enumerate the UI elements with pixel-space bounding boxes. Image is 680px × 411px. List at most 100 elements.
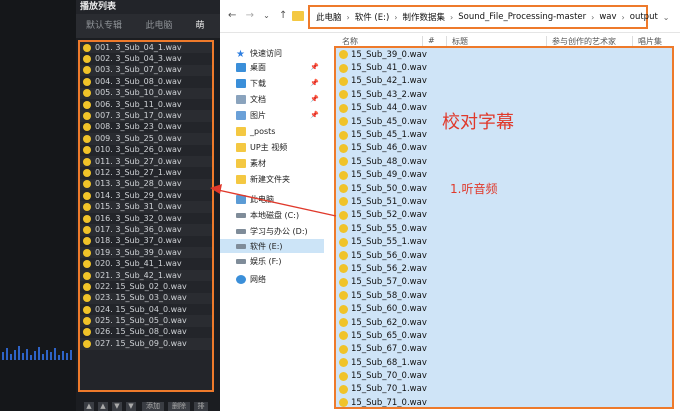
breadcrumb-item[interactable]: 软件 (E:) <box>355 11 390 23</box>
nav-item-label: 下载 <box>250 78 266 88</box>
playlist-item[interactable]: 013. 3_Sub_28_0.wav <box>80 178 212 191</box>
breadcrumb-item[interactable]: output <box>630 12 658 22</box>
file-row[interactable]: 15_Sub_50_0.wav <box>336 182 672 195</box>
nav-item[interactable]: 软件 (E:) <box>220 239 324 253</box>
breadcrumb-separator-icon[interactable]: › <box>450 13 453 22</box>
playlist-item[interactable]: 015. 3_Sub_31_0.wav <box>80 201 212 213</box>
delete-button[interactable]: 删除 <box>168 402 190 411</box>
playlist-item[interactable]: 006. 3_Sub_11_0.wav <box>80 99 212 110</box>
move-top-button[interactable]: ▲ <box>84 402 94 411</box>
tab-this-pc[interactable]: 此电脑 <box>134 19 184 34</box>
file-row[interactable]: 15_Sub_48_0.wav <box>336 155 672 168</box>
playlist-item[interactable]: 011. 3_Sub_27_0.wav <box>80 155 212 168</box>
file-name: 15_Sub_70_0.wav <box>351 371 427 382</box>
file-row[interactable]: 15_Sub_55_1.wav <box>336 235 672 248</box>
file-row[interactable]: 15_Sub_55_0.wav <box>336 222 672 235</box>
file-row[interactable]: 15_Sub_70_1.wav <box>336 383 672 396</box>
file-row[interactable]: 15_Sub_41_0.wav <box>336 61 672 74</box>
playlist-item[interactable]: 023. 15_Sub_03_0.wav <box>80 292 212 304</box>
column-number[interactable]: # <box>428 36 435 45</box>
playlist-item[interactable]: 017. 3_Sub_36_0.wav <box>80 224 212 236</box>
up-icon[interactable]: ↑ <box>279 10 287 21</box>
playlist-item[interactable]: 002. 3_Sub_04_3.wav <box>80 53 212 64</box>
playlist-item[interactable]: 016. 3_Sub_32_0.wav <box>80 213 212 224</box>
file-row[interactable]: 15_Sub_71_0.wav <box>336 396 672 407</box>
recent-chevron-icon[interactable]: ⌄ <box>263 11 270 20</box>
playlist-item[interactable]: 003. 3_Sub_07_0.wav <box>80 64 212 77</box>
playlist-item[interactable]: 027. 15_Sub_09_0.wav <box>80 338 212 350</box>
playlist-item[interactable]: 018. 3_Sub_37_0.wav <box>80 236 212 247</box>
file-row[interactable]: 15_Sub_70_0.wav <box>336 369 672 382</box>
address-dropdown-icon[interactable]: ⌄ <box>663 13 670 22</box>
file-row[interactable]: 15_Sub_62_0.wav <box>336 316 672 329</box>
tab-default-album[interactable]: 默认专辑 <box>78 19 130 34</box>
breadcrumb-separator-icon[interactable]: › <box>347 13 350 22</box>
breadcrumb-item[interactable]: 此电脑 <box>316 11 342 23</box>
add-button[interactable]: 添加 <box>142 402 164 411</box>
playlist-item[interactable]: 001. 3_Sub_04_1.wav <box>80 42 212 54</box>
move-down-button[interactable]: ▼ <box>112 402 122 411</box>
sort-button[interactable]: 排 <box>194 402 208 411</box>
file-row[interactable]: 15_Sub_58_0.wav <box>336 289 672 302</box>
file-row[interactable]: 15_Sub_67_0.wav <box>336 343 672 356</box>
playlist-item[interactable]: 007. 3_Sub_17_0.wav <box>80 110 212 122</box>
nav-item[interactable]: UP主 视频 <box>236 140 287 154</box>
playlist-item[interactable]: 026. 15_Sub_08_0.wav <box>80 327 212 338</box>
playlist-item[interactable]: 005. 3_Sub_10_0.wav <box>80 87 212 99</box>
nav-item[interactable]: 学习与办公 (D:) <box>236 224 308 238</box>
nav-item[interactable]: 网络 <box>236 272 266 286</box>
file-row[interactable]: 15_Sub_42_1.wav <box>336 75 672 88</box>
address-bar[interactable]: 此电脑 › 软件 (E:) › 制作数据集 › Sound_File_Processing-… <box>308 5 670 29</box>
file-row[interactable]: 15_Sub_43_2.wav <box>336 88 672 101</box>
audio-file-icon <box>83 214 91 223</box>
move-bottom-button[interactable]: ▼ <box>126 402 136 411</box>
playlist-item[interactable]: 014. 3_Sub_29_0.wav <box>80 190 212 201</box>
file-row[interactable]: 15_Sub_52_0.wav <box>336 209 672 222</box>
nav-item[interactable]: 图片 📌 <box>236 108 319 122</box>
nav-item[interactable]: 娱乐 (F:) <box>236 254 281 268</box>
breadcrumb-separator-icon[interactable]: › <box>591 13 594 22</box>
audio-file-icon <box>339 344 348 354</box>
nav-item[interactable]: 桌面 📌 <box>236 60 319 74</box>
file-list: 15_Sub_39_0.wav 15_Sub_41_0.wav 15_Sub_42_… <box>334 46 674 409</box>
file-name: 15_Sub_39_0.wav <box>351 49 427 60</box>
file-row[interactable]: 15_Sub_49_0.wav <box>336 169 672 182</box>
breadcrumb-item[interactable]: Sound_File_Processing-master <box>458 12 586 22</box>
nav-item[interactable]: 文档 📌 <box>236 92 319 106</box>
file-row[interactable]: 15_Sub_56_0.wav <box>336 249 672 262</box>
file-row[interactable]: 15_Sub_51_0.wav <box>336 195 672 208</box>
breadcrumb-separator-icon[interactable]: › <box>622 13 625 22</box>
move-up-button[interactable]: ▲ <box>98 402 108 411</box>
playlist-item[interactable]: 021. 3_Sub_42_1.wav <box>80 269 212 282</box>
audio-file-icon <box>339 76 348 86</box>
nav-item[interactable]: ★ 快速访问 <box>236 46 282 60</box>
file-row[interactable]: 15_Sub_60_0.wav <box>336 302 672 315</box>
playlist-item[interactable]: 019. 3_Sub_39_0.wav <box>80 247 212 259</box>
playlist-item[interactable]: 010. 3_Sub_26_0.wav <box>80 145 212 156</box>
file-row[interactable]: 15_Sub_46_0.wav <box>336 142 672 155</box>
breadcrumb-separator-icon[interactable]: › <box>394 13 397 22</box>
audio-file-icon <box>83 112 91 121</box>
file-row[interactable]: 15_Sub_57_0.wav <box>336 276 672 289</box>
playlist-item[interactable]: 025. 15_Sub_05_0.wav <box>80 315 212 327</box>
playlist-item[interactable]: 012. 3_Sub_27_1.wav <box>80 167 212 178</box>
file-row[interactable]: 15_Sub_39_0.wav <box>336 48 672 61</box>
playlist-item[interactable]: 020. 3_Sub_41_1.wav <box>80 258 212 269</box>
nav-item[interactable]: _posts <box>236 124 275 138</box>
file-row[interactable]: 15_Sub_68_1.wav <box>336 356 672 369</box>
back-icon[interactable]: ← <box>228 10 236 21</box>
nav-item[interactable]: 下载 📌 <box>236 76 319 90</box>
nav-item[interactable]: 素材 <box>236 156 266 170</box>
tab-cute[interactable]: 萌 <box>190 19 210 34</box>
file-row[interactable]: 15_Sub_65_0.wav <box>336 329 672 342</box>
playlist-item[interactable]: 004. 3_Sub_08_0.wav <box>80 76 212 87</box>
breadcrumb-item[interactable]: 制作数据集 <box>403 11 446 23</box>
breadcrumb-item[interactable]: wav <box>599 12 616 22</box>
file-row[interactable]: 15_Sub_56_2.wav <box>336 262 672 275</box>
playlist-item[interactable]: 022. 15_Sub_02_0.wav <box>80 281 212 292</box>
audio-file-icon <box>339 90 348 100</box>
playlist-item[interactable]: 008. 3_Sub_23_0.wav <box>80 122 212 133</box>
forward-icon[interactable]: → <box>246 10 254 21</box>
playlist-item[interactable]: 024. 15_Sub_04_0.wav <box>80 304 212 315</box>
playlist-item[interactable]: 009. 3_Sub_25_0.wav <box>80 133 212 145</box>
